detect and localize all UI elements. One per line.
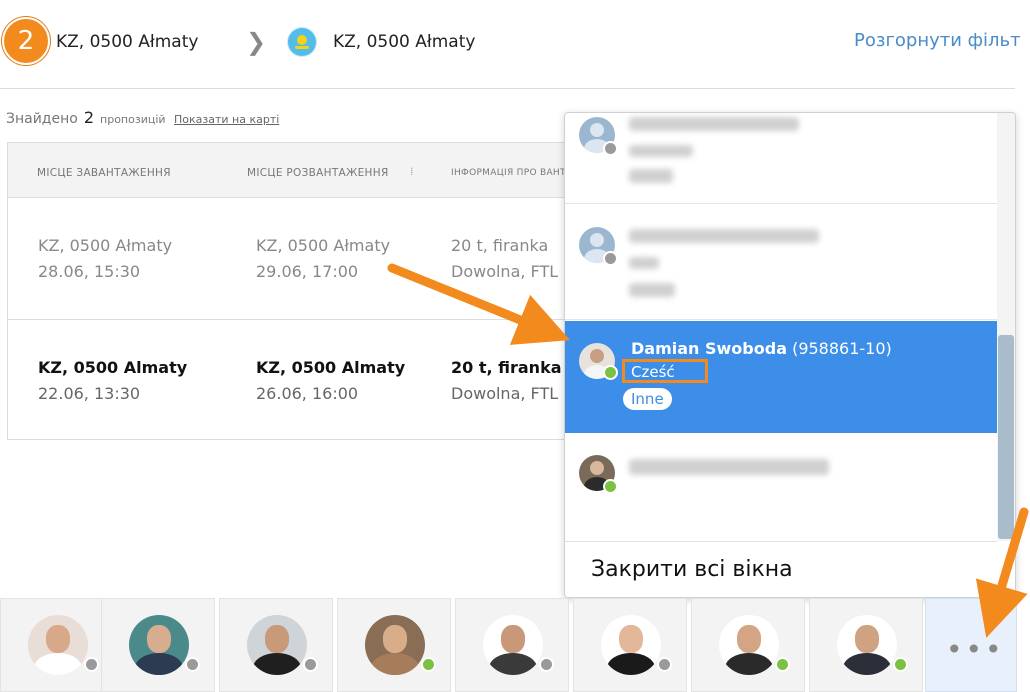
unloading-place: KZ, 0500 Almaty <box>256 358 406 377</box>
blurred-tag <box>629 169 673 183</box>
avatar <box>365 615 425 675</box>
more-icon: ••• <box>946 633 1005 666</box>
status-online-icon <box>603 365 618 380</box>
route-destination[interactable]: KZ, 0500 Ałmaty <box>333 32 475 52</box>
chat-item[interactable] <box>565 113 997 204</box>
divider <box>0 88 1015 89</box>
cargo-info: 20 t, firanka <box>451 236 549 255</box>
results-summary: Знайдено 2 пропозицій Показати на карті <box>6 108 279 127</box>
blurred-tag <box>629 283 675 297</box>
loading-date: 28.06, 15:30 <box>38 262 141 281</box>
chat-avatar-tile[interactable] <box>337 598 451 692</box>
step-badge: 2 <box>2 17 50 65</box>
column-header-loading[interactable]: МІСЦЕ ЗАВАНТАЖЕННЯ <box>37 167 171 179</box>
blurred-message <box>629 145 693 157</box>
status-icon <box>893 657 908 672</box>
found-label: Знайдено <box>6 111 78 127</box>
chat-item-active[interactable]: Damian Swoboda (958861-10) Cześć Inne <box>565 321 997 433</box>
loading-place: KZ, 0500 Almaty <box>38 358 188 377</box>
scrollbar-thumb[interactable] <box>998 335 1014 539</box>
status-icon <box>303 657 318 672</box>
contact-name: Damian Swoboda <box>631 339 787 358</box>
table-row[interactable]: KZ, 0500 Almaty 22.06, 13:30 KZ, 0500 Al… <box>8 319 578 440</box>
chat-avatar-tile[interactable] <box>455 598 569 692</box>
sort-icon[interactable]: ⁞ <box>410 165 414 178</box>
column-header-unloading[interactable]: МІСЦЕ РОЗВАНТАЖЕННЯ <box>247 167 389 179</box>
chat-avatar-tile[interactable] <box>809 598 923 692</box>
blurred-name <box>629 229 819 243</box>
blurred-name <box>629 117 799 131</box>
chat-avatar-tile[interactable] <box>573 598 687 692</box>
status-offline-icon <box>603 141 618 156</box>
status-offline-icon <box>603 251 618 266</box>
chat-avatar-bar: ••• <box>0 598 1030 692</box>
avatar <box>129 615 189 675</box>
chevron-right-icon: ❯ <box>246 28 267 56</box>
contact-id: (958861-10) <box>792 339 892 358</box>
close-all-windows-button[interactable]: Закрити всі вікна <box>565 541 997 597</box>
more-chats-button[interactable]: ••• <box>925 598 1017 692</box>
cargo-info: 20 t, firanka <box>451 358 562 377</box>
status-icon <box>84 657 99 672</box>
highlighted-message: Cześć <box>622 359 708 383</box>
loading-date: 22.06, 13:30 <box>38 384 141 403</box>
offers-label: пропозицій <box>100 113 166 126</box>
chat-avatar-tile[interactable] <box>0 598 114 692</box>
blurred-name <box>629 459 829 475</box>
table-header: МІСЦЕ ЗАВАНТАЖЕННЯ МІСЦЕ РОЗВАНТАЖЕННЯ ⁞… <box>8 143 578 198</box>
kazakhstan-flag-icon <box>288 28 316 56</box>
chat-avatar-tile[interactable] <box>101 598 215 692</box>
status-icon <box>539 657 554 672</box>
route-origin[interactable]: KZ, 0500 Ałmaty <box>56 32 198 52</box>
results-table: МІСЦЕ ЗАВАНТАЖЕННЯ МІСЦЕ РОЗВАНТАЖЕННЯ ⁞… <box>7 142 579 440</box>
chat-list-popup: Damian Swoboda (958861-10) Cześć Inne За… <box>564 112 1016 598</box>
status-icon <box>657 657 672 672</box>
loading-place: KZ, 0500 Ałmaty <box>38 236 173 255</box>
status-online-icon <box>603 479 618 494</box>
chat-avatar-tile[interactable] <box>691 598 805 692</box>
chat-contact-name: Damian Swoboda (958861-10) <box>631 339 892 358</box>
chat-item[interactable] <box>565 435 997 541</box>
last-message: Cześć <box>631 363 675 381</box>
avatar <box>483 615 543 675</box>
blurred-message <box>629 257 659 269</box>
column-header-cargo[interactable]: ІНФОРМАЦІЯ ПРО ВАНТ <box>451 168 566 178</box>
avatar <box>28 615 88 675</box>
chat-avatar-tile[interactable] <box>219 598 333 692</box>
avatar <box>601 615 661 675</box>
show-on-map-link[interactable]: Показати на карті <box>174 113 279 126</box>
unloading-place: KZ, 0500 Ałmaty <box>256 236 391 255</box>
cargo-type: Dowolna, FTL <box>451 262 559 281</box>
unloading-date: 29.06, 17:00 <box>256 262 359 281</box>
expand-filter-link[interactable]: Розгорнути фільт <box>854 30 1021 51</box>
status-icon <box>775 657 790 672</box>
avatar <box>719 615 779 675</box>
results-count: 2 <box>83 108 95 127</box>
chat-tag-badge: Inne <box>623 388 672 410</box>
status-icon <box>421 657 436 672</box>
table-row[interactable]: KZ, 0500 Ałmaty 28.06, 15:30 KZ, 0500 Ał… <box>8 198 578 318</box>
avatar <box>837 615 897 675</box>
status-icon <box>185 657 200 672</box>
chat-item[interactable] <box>565 205 997 320</box>
unloading-date: 26.06, 16:00 <box>256 384 359 403</box>
cargo-type: Dowolna, FTL <box>451 384 559 403</box>
avatar <box>247 615 307 675</box>
